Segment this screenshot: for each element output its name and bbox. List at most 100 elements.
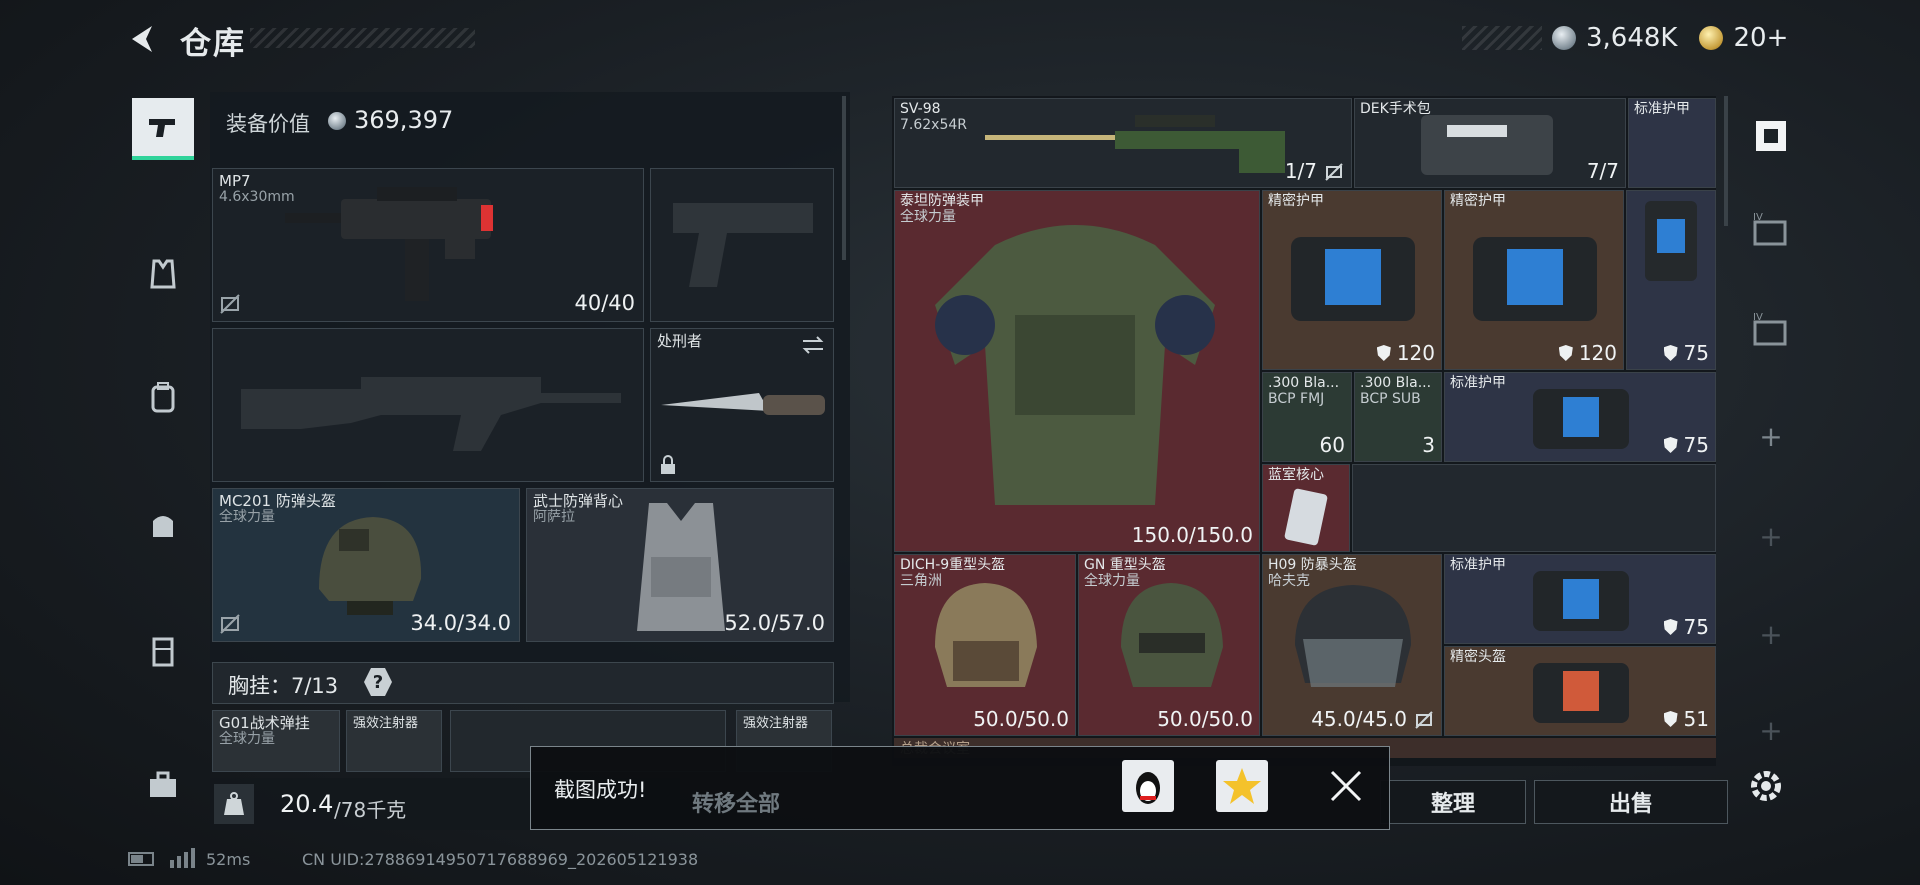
- storage-item[interactable]: 泰坦防弹装甲 全球力量 150.0/150.0: [894, 190, 1260, 552]
- melee-slot[interactable]: 处刑者: [650, 328, 834, 482]
- medkit-image: [1421, 115, 1553, 175]
- item-name: DICH-9重型头盔: [900, 557, 1006, 573]
- armor-slot[interactable]: 武士防弹背心 阿萨拉 52.0/57.0: [526, 488, 834, 642]
- rig-item-name: 强效注射器: [743, 716, 809, 731]
- nav-pouch[interactable]: [132, 494, 194, 556]
- storage-item[interactable]: DEK手术包 7/7: [1354, 98, 1626, 188]
- storage-item[interactable]: 标准护甲 75: [1444, 554, 1716, 644]
- helmet-durability: 34.0/34.0: [410, 611, 511, 635]
- armor-shield-icon: [1663, 711, 1678, 727]
- add-storage-button[interactable]: +: [1736, 690, 1806, 770]
- nav-toolbox[interactable]: [132, 754, 194, 816]
- transfer-all-button[interactable]: 转移全部: [692, 786, 780, 818]
- storage-item[interactable]: 精密护甲 120: [1262, 190, 1442, 370]
- armor-shield-icon: [1558, 345, 1573, 361]
- qzone-star-icon[interactable]: [1216, 760, 1268, 812]
- qq-penguin-icon[interactable]: [1122, 760, 1174, 812]
- item-durability: 50.0/50.0: [973, 707, 1069, 731]
- item-sub: 7.62x54R: [900, 117, 967, 133]
- user-uid: CN UID:2788691495071768896​9_20260512193…: [302, 850, 699, 869]
- add-storage-button[interactable]: +: [1736, 594, 1806, 674]
- no-insure-icon: [220, 294, 240, 314]
- sell-button[interactable]: 出售: [1534, 780, 1728, 824]
- item-armor-value: 120: [1396, 341, 1435, 365]
- item-armor-value: 75: [1683, 341, 1709, 365]
- title-decoration: [250, 28, 475, 48]
- storage-page-2[interactable]: IV: [1736, 192, 1806, 272]
- primary-weapon-slot[interactable]: MP7 4.6x30mm 40/40: [212, 168, 644, 322]
- back-arrow-icon[interactable]: [126, 22, 160, 56]
- item-name: 标准护甲: [1450, 375, 1506, 391]
- item-count: 60: [1319, 433, 1345, 457]
- nav-backpack[interactable]: [132, 366, 194, 428]
- weapon-ammo: 40/40: [574, 291, 635, 315]
- rifle-slot-empty[interactable]: [212, 328, 644, 482]
- nav-case[interactable]: [132, 620, 194, 682]
- safe-box-icon: [1756, 121, 1786, 151]
- pistol-slot-empty[interactable]: [650, 168, 834, 322]
- weapon-name: MP7: [219, 172, 251, 190]
- item-name: 标准护甲: [1634, 101, 1690, 117]
- helmet-slot[interactable]: MC201 防弹头盔 全球力量 34.0/34.0: [212, 488, 520, 642]
- keycard-image: [1284, 488, 1328, 546]
- close-icon[interactable]: [1326, 766, 1366, 806]
- silver-coin-icon: [1552, 26, 1576, 50]
- no-insure-icon: [1415, 711, 1433, 729]
- item-count: 3: [1422, 433, 1435, 457]
- storage-item[interactable]: 精密头盔 51: [1444, 646, 1716, 736]
- item-armor-class: 75: [1663, 341, 1709, 365]
- item-name: GN 重型头盔: [1084, 557, 1166, 573]
- storage-item[interactable]: DICH-9重型头盔 三角洲 50.0/50.0: [894, 554, 1076, 736]
- backpack-icon: [151, 382, 175, 413]
- gold-currency-value[interactable]: 20+: [1733, 23, 1788, 53]
- silver-currency-value: 3,648K: [1586, 23, 1678, 53]
- storage-item[interactable]: 标准护甲 75: [1444, 372, 1716, 462]
- weight-current: 20.4: [280, 790, 334, 818]
- swap-icon[interactable]: [801, 335, 825, 355]
- storage-item[interactable]: 标准护甲: [1628, 98, 1716, 188]
- storage-scrollbar[interactable]: [1724, 96, 1728, 226]
- item-count: 1/7: [1284, 159, 1317, 183]
- organize-button[interactable]: 整理: [1380, 780, 1526, 824]
- nav-weapons[interactable]: [132, 98, 194, 160]
- titan-armor-image: [935, 225, 1215, 505]
- storage-item[interactable]: GN 重型头盔 全球力量 50.0/50.0: [1078, 554, 1260, 736]
- sniper-rifle-image: [985, 115, 1285, 173]
- storage-item[interactable]: SV-98 7.62x54R 1/7: [894, 98, 1352, 188]
- item-armor-value: 120: [1578, 341, 1617, 365]
- storage-empty-area[interactable]: [1352, 464, 1716, 552]
- page-title: 仓库: [180, 26, 246, 62]
- armor-shield-icon: [1663, 619, 1678, 635]
- rig-item-slot[interactable]: 强效注射器: [346, 710, 442, 772]
- armor-name: 武士防弹背心: [533, 492, 624, 510]
- add-storage-button[interactable]: +: [1736, 396, 1806, 476]
- precision-armor-image: [1291, 237, 1415, 321]
- pouch-icon: [153, 516, 173, 537]
- storage-item[interactable]: 蓝室核心: [1262, 464, 1350, 552]
- storage-page-main[interactable]: [1736, 96, 1806, 176]
- item-name: .300 Bla...: [1268, 375, 1340, 391]
- item-durability: 150.0/150.0: [1131, 523, 1253, 547]
- storage-page-3[interactable]: IV: [1736, 292, 1806, 372]
- item-sub: BCP FMJ: [1268, 391, 1325, 407]
- item-durability: 45.0/45.0: [1311, 707, 1407, 731]
- storage-item[interactable]: .300 Bla... BCP FMJ 60: [1262, 372, 1352, 462]
- storage-item[interactable]: 精密护甲 120: [1444, 190, 1624, 370]
- weight-max: /78千克: [334, 798, 407, 822]
- gold-coin-icon: [1699, 26, 1724, 50]
- helmet-image: [319, 517, 422, 615]
- equipment-scrollbar[interactable]: [842, 96, 846, 260]
- storage-item[interactable]: .300 Bla... BCP SUB 3: [1354, 372, 1442, 462]
- rig-slot[interactable]: G01战术弹挂 全球力量: [212, 710, 340, 772]
- pistol-icon: [149, 119, 175, 137]
- nav-vest[interactable]: [132, 243, 194, 305]
- gear-icon[interactable]: [1744, 764, 1788, 808]
- add-storage-button[interactable]: +: [1736, 496, 1806, 576]
- item-armor-class: 120: [1558, 341, 1617, 365]
- storage-item[interactable]: H09 防暴头盔 哈夫克 45.0/45.0: [1262, 554, 1442, 736]
- item-durability: 50.0/50.0: [1157, 707, 1253, 731]
- armor-durability: 52.0/57.0: [724, 611, 825, 635]
- storage-item[interactable]: 75: [1626, 190, 1716, 370]
- vest-icon: [150, 259, 176, 289]
- item-name: SV-98: [900, 101, 941, 117]
